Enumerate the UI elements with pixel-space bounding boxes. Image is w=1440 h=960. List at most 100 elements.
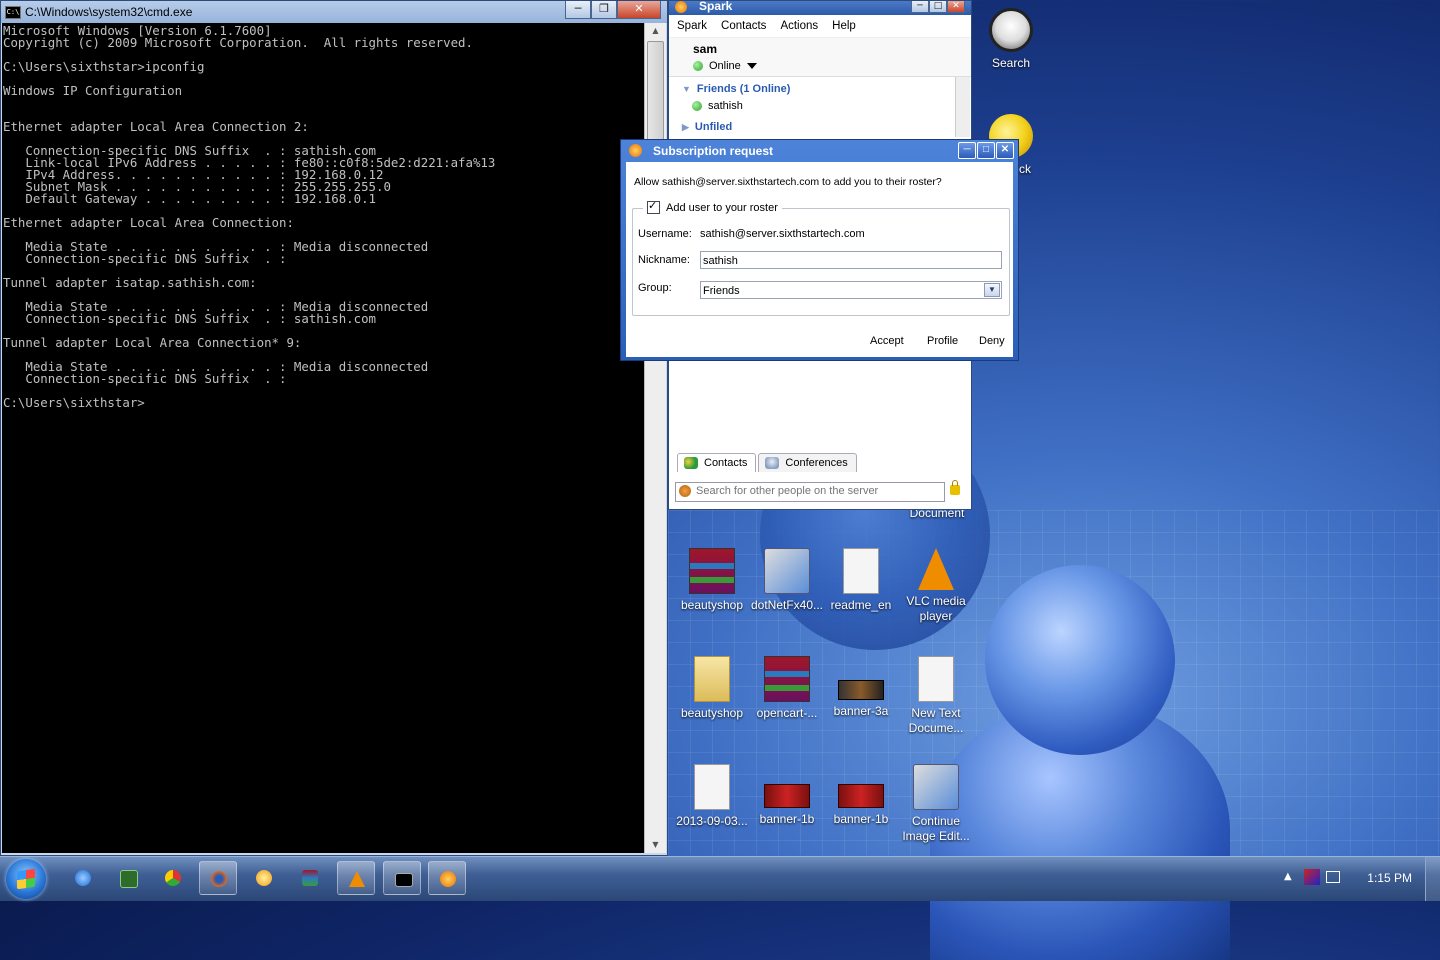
close-button[interactable]: ✕ [617,1,661,19]
minimize-button[interactable]: ─ [958,142,976,159]
close-button[interactable]: ✕ [996,142,1014,159]
scroll-up-icon[interactable]: ▲ [645,23,666,39]
desktop-icon-beautyshop-folder[interactable]: beautyshop [673,656,751,721]
taskbar-vlc[interactable] [337,861,375,895]
menu-help[interactable]: Help [832,20,856,32]
roster-group-unfiled[interactable]: ▶ Unfiled [682,121,732,133]
desktop-icon-label: banner-1b [833,812,889,826]
add-roster-checkbox-row[interactable]: Add user to your roster [643,199,782,214]
tab-conferences[interactable]: Conferences [758,453,857,472]
desktop-icon-beautyshop-rar[interactable]: beautyshop [673,548,751,613]
desktop-icon-readme-en[interactable]: readme_en [822,548,900,613]
wallpaper-figure-head [985,565,1175,755]
status-selector[interactable]: Online [693,60,757,72]
menu-contacts[interactable]: Contacts [721,20,766,32]
group-select-value: Friends [703,285,740,297]
network-icon[interactable] [1326,871,1340,883]
roster-scrollbar[interactable] [955,77,970,137]
spark-menubar: Spark Contacts Actions Help [669,15,971,38]
desktop-icon-banner-3a[interactable]: banner-3a [822,656,900,719]
dialog-body: Allow sathish@server.sixthstartech.com t… [626,162,1013,357]
add-roster-checkbox[interactable] [647,199,660,214]
desktop-icon-banner-1b-b[interactable]: banner-1b [822,764,900,827]
desktop-icon-vlc[interactable]: VLC media player [897,548,975,624]
tray-app-icon[interactable] [1304,869,1320,885]
cmd-window[interactable]: C:\ C:\Windows\system32\cmd.exe ─ ❐ ✕ Mi… [0,0,668,856]
chevron-down-icon[interactable]: ▼ [984,283,1000,297]
people-search-input[interactable] [696,484,936,498]
contact-name: sathish [708,100,743,112]
taskbar-internet-explorer[interactable] [64,861,102,895]
winrar-archive-icon [689,548,735,594]
maximize-button[interactable]: □ [929,1,947,13]
accept-button[interactable]: Accept [870,335,904,347]
nickname-field[interactable]: sathish [700,251,1002,269]
tab-contacts[interactable]: Contacts [677,453,757,472]
dialog-titlebar[interactable]: Subscription request ─ □ ✕ [621,140,1018,162]
taskbar-messenger[interactable] [245,861,283,895]
desktop-icon-doc-2013[interactable]: 2013-09-03... [673,764,751,829]
subscription-request-dialog[interactable]: Subscription request ─ □ ✕ Allow sathish… [620,139,1019,361]
cmd-icon: C:\ [5,6,21,19]
taskbar-dreamweaver[interactable] [109,861,147,895]
spark-titlebar[interactable]: Spark ─ □ ✕ [669,0,971,15]
restore-button[interactable]: ❐ [591,1,617,19]
image-thumbnail-icon [838,680,884,700]
username-label: Username: [638,228,692,240]
computer-cd-icon [913,764,959,810]
taskbar-cmd[interactable] [383,861,421,895]
menu-actions[interactable]: Actions [780,20,818,32]
spark-flame-icon [440,871,456,887]
desktop-icon-label: beautyshop [680,598,744,612]
desktop-icon-label: Search [991,56,1031,70]
roster-contact-sathish[interactable]: sathish [692,100,743,112]
profile-button[interactable]: Profile [927,335,958,347]
close-button[interactable]: ✕ [947,1,965,13]
menu-spark[interactable]: Spark [677,20,707,32]
taskbar-winrar[interactable] [291,861,329,895]
cmd-output[interactable]: Microsoft Windows [Version 6.1.7600] Cop… [2,23,644,853]
text-document-icon [918,656,954,702]
desktop-icon-label: 2013-09-03... [676,814,748,828]
user-name: sam [693,42,718,56]
conferences-icon [765,457,780,469]
online-status-icon [692,101,702,112]
online-status-icon [693,61,703,72]
spark-tabs: Contacts Conferences [677,453,857,472]
taskbar-firefox[interactable] [199,861,237,895]
desktop-icon-label: opencart-... [756,706,818,720]
vlc-cone-icon [918,548,954,590]
desktop-icon-search[interactable]: Search [972,8,1050,71]
clock[interactable]: 1:15 PM [1367,871,1412,885]
taskbar-spark[interactable] [428,861,466,895]
desktop-icon-label: beautyshop [680,706,744,720]
taskbar-chrome[interactable] [154,861,192,895]
desktop-icon-banner-1b-a[interactable]: banner-1b [748,764,826,827]
cmd-titlebar[interactable]: C:\ C:\Windows\system32\cmd.exe ─ ❐ ✕ [1,1,667,23]
image-thumbnail-icon [764,784,810,808]
tab-label: Contacts [704,457,748,469]
cmd-title: C:\Windows\system32\cmd.exe [25,5,193,19]
minimize-button[interactable]: ─ [565,1,591,19]
group-select[interactable]: Friends ▼ [700,281,1002,299]
dialog-prompt: Allow sathish@server.sixthstartech.com t… [634,176,942,188]
scroll-down-icon[interactable]: ▼ [645,837,666,853]
deny-button[interactable]: Deny [979,335,1005,347]
show-hidden-icons-icon[interactable]: ▲ [1284,871,1292,882]
desktop-icon-opencart[interactable]: opencart-... [748,656,826,721]
desktop-icon-label: banner-1b [759,812,815,826]
chrome-icon [165,870,181,886]
spark-flame-icon [629,144,642,157]
group-label: Group: [638,282,672,294]
roster-group-friends[interactable]: ▼ Friends (1 Online) [682,83,790,95]
roster-fieldset: Add user to your roster Username: sathis… [632,199,1010,316]
desktop-icon-new-text-document[interactable]: New Text Docume... [897,656,975,736]
desktop-icon-continue-image-edit[interactable]: Continue Image Edit... [897,764,975,844]
people-search-box[interactable] [675,482,945,502]
minimize-button[interactable]: ─ [911,1,929,13]
text-document-icon [843,548,879,594]
start-button[interactable] [6,859,46,899]
desktop-icon-dotnetfx40[interactable]: dotNetFx40... [748,548,826,613]
maximize-button[interactable]: □ [977,142,995,159]
show-desktop-button[interactable] [1425,857,1440,901]
